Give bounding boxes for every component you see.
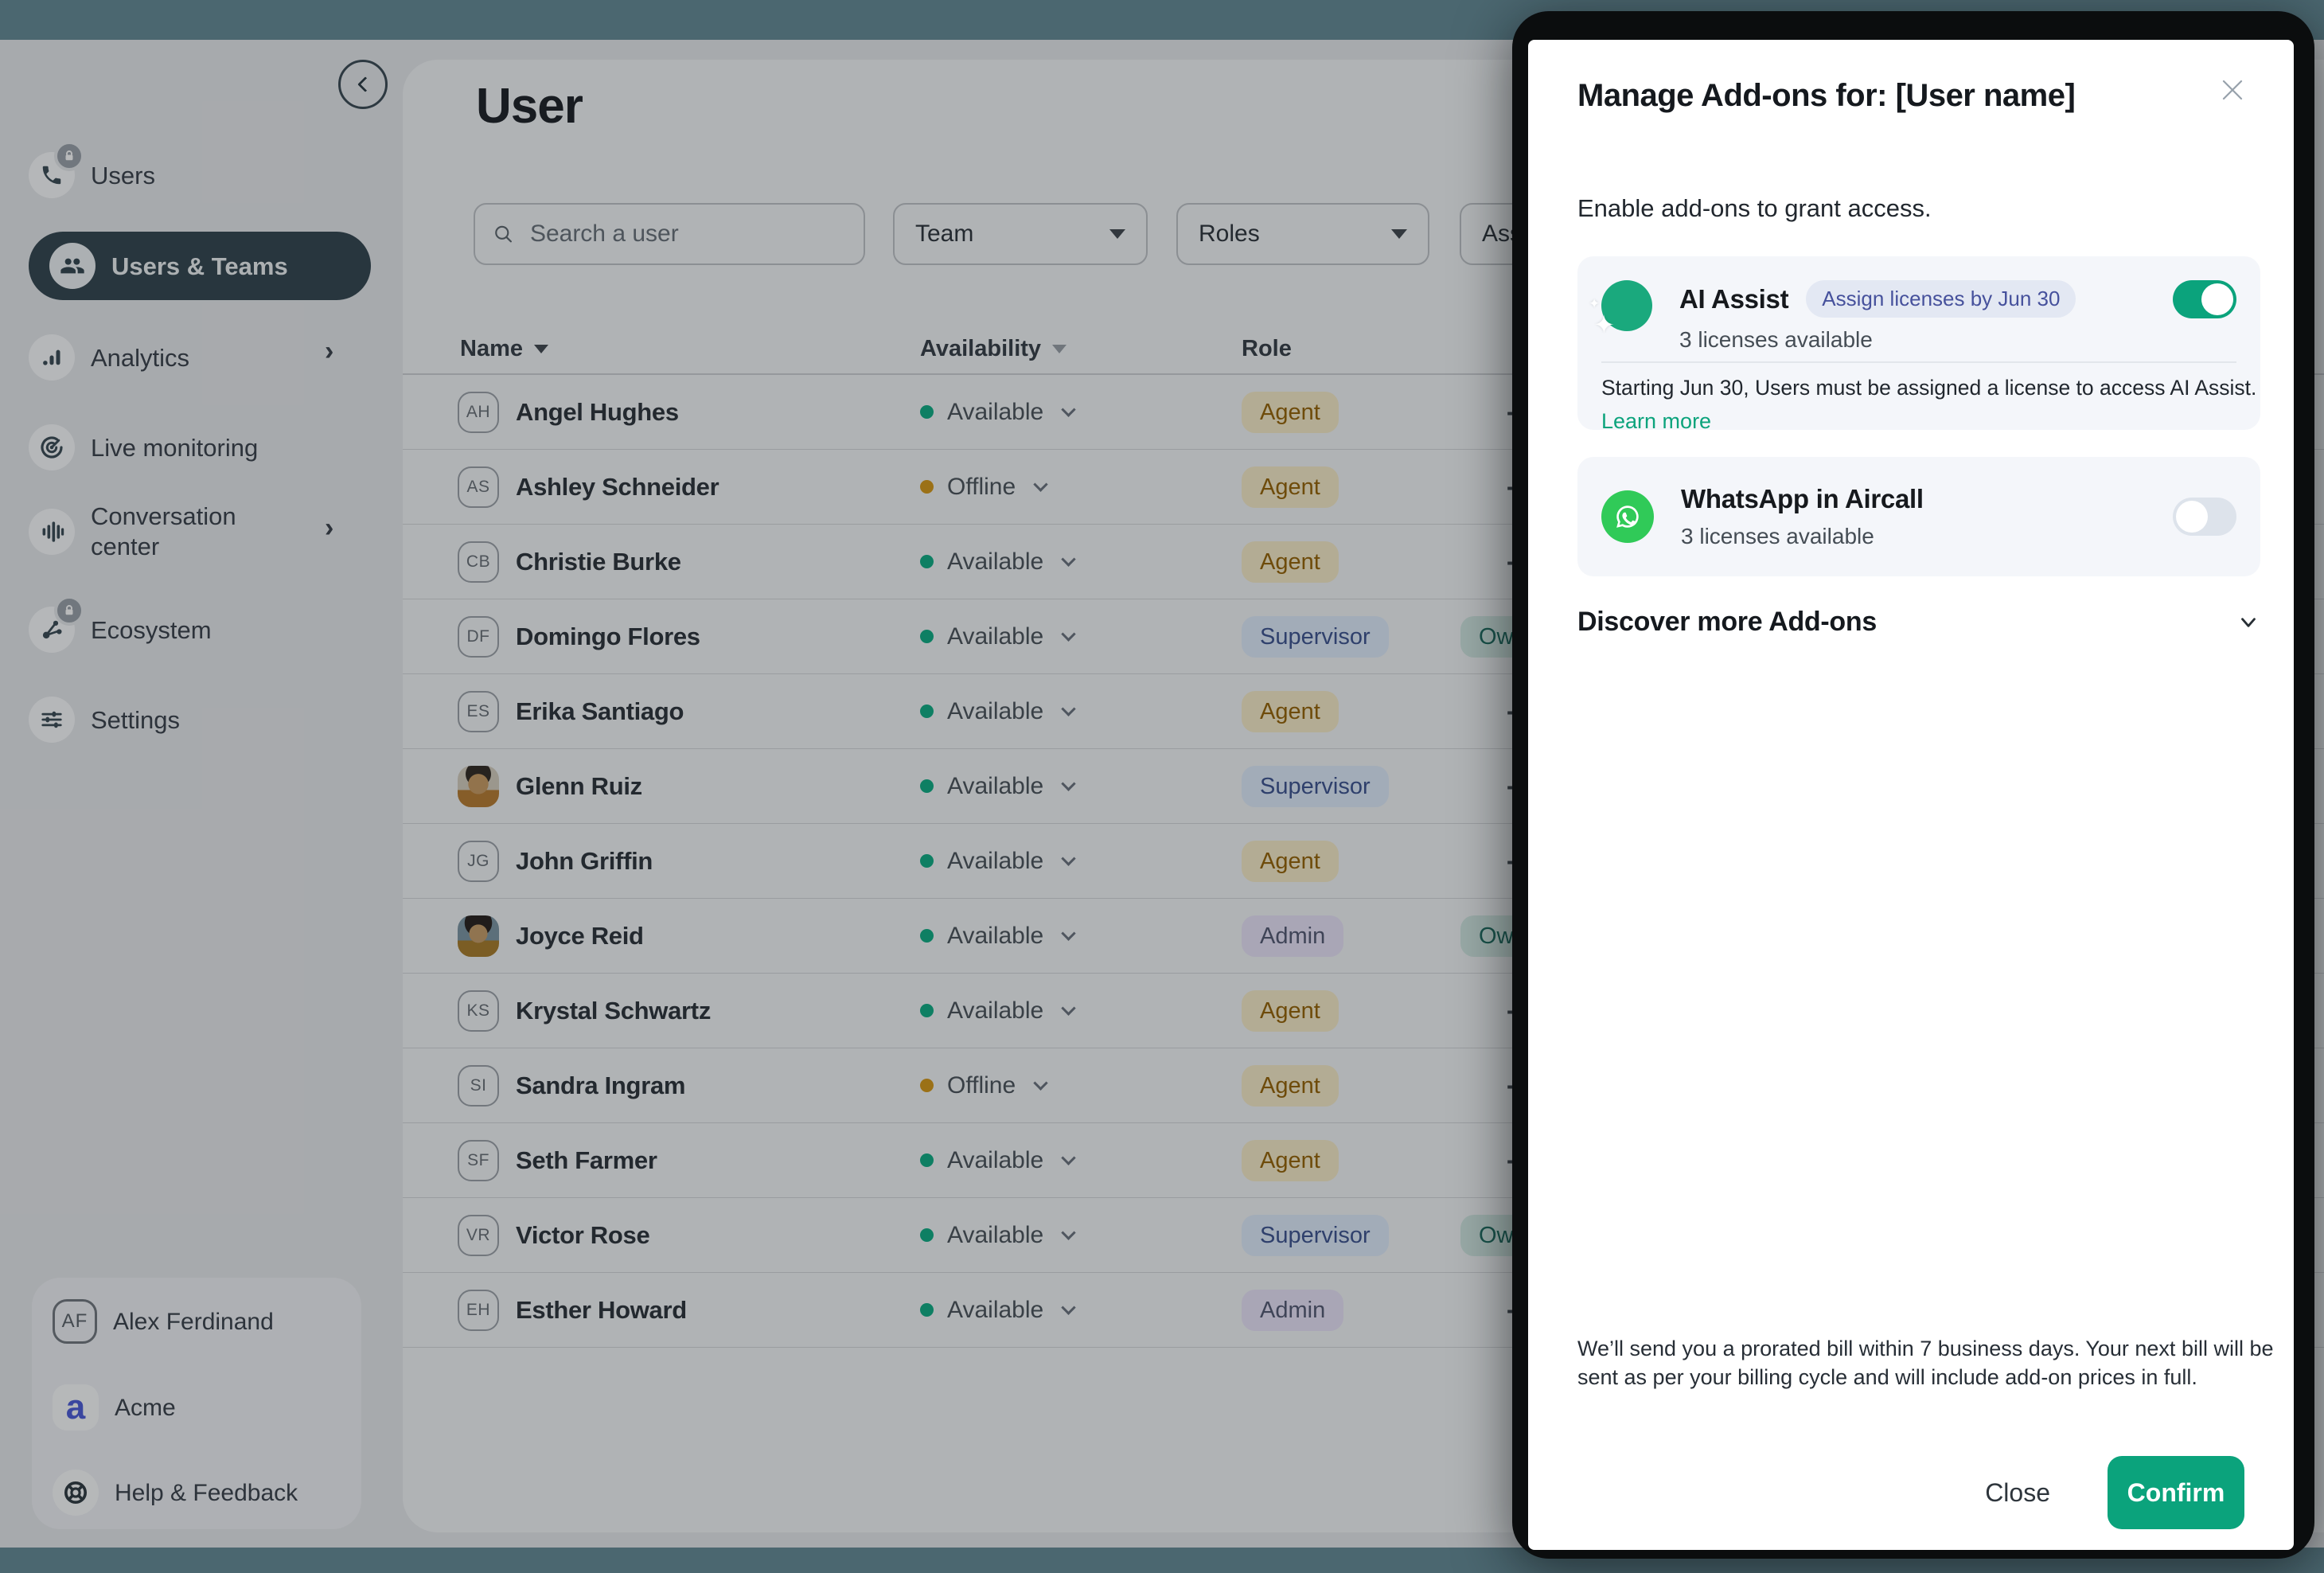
addon-note: Starting Jun 30, Users must be assigned … [1601, 376, 2256, 400]
ai-assist-icon: ✦ ✦ [1601, 280, 1652, 331]
addon-card-whatsapp: WhatsApp in Aircall 3 licenses available [1577, 457, 2260, 576]
modal-actions: Close Confirm [1980, 1456, 2244, 1529]
discover-more-addons[interactable]: Discover more Add-ons [1577, 607, 2260, 638]
divider [1601, 361, 2236, 363]
modal-title: Manage Add-ons for: [User name] [1577, 78, 2075, 114]
chevron-down-icon [2236, 611, 2260, 634]
licenses-available: 3 licenses available [1679, 327, 2173, 353]
deadline-badge: Assign licenses by Jun 30 [1806, 280, 2076, 318]
licenses-available: 3 licenses available [1681, 524, 2173, 549]
modal-window-frame: Manage Add-ons for: [User name] Enable a… [1512, 11, 2314, 1559]
billing-note: We’ll send you a prorated bill within 7 … [1577, 1334, 2278, 1392]
learn-more-link[interactable]: Learn more [1601, 409, 1711, 434]
manage-addons-modal: Manage Add-ons for: [User name] Enable a… [1528, 40, 2294, 1550]
addon-name: WhatsApp in Aircall [1681, 484, 1924, 514]
close-button[interactable] [2214, 72, 2251, 108]
screen: Users Users & Teams Analytics › [0, 0, 2324, 1573]
modal-subtitle: Enable add-ons to grant access. [1577, 194, 1932, 223]
whatsapp-icon [1601, 490, 1654, 543]
discover-label: Discover more Add-ons [1577, 607, 1877, 638]
close-icon [2218, 76, 2247, 104]
whatsapp-toggle[interactable] [2173, 498, 2236, 536]
ai-assist-toggle[interactable] [2173, 280, 2236, 318]
addon-name: AI Assist [1679, 284, 1788, 314]
confirm-button[interactable]: Confirm [2108, 1456, 2244, 1529]
addon-card-ai-assist: ✦ ✦ AI Assist Assign licenses by Jun 30 … [1577, 256, 2260, 430]
close-text-button[interactable]: Close [1980, 1477, 2055, 1509]
